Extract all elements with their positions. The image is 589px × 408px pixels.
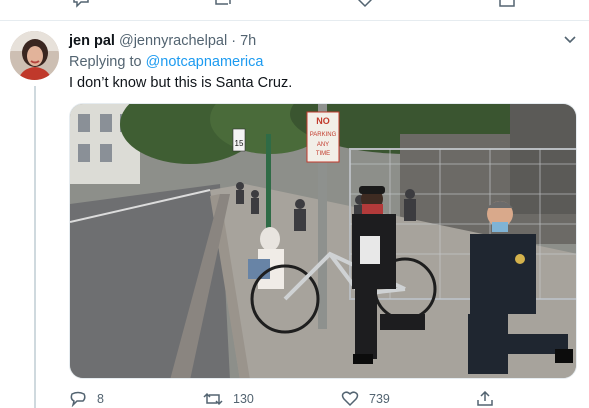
reply-prefix: Replying to (69, 54, 142, 70)
tweet-text: I don’t know but this is Santa Cruz. (69, 75, 293, 91)
reply-button[interactable]: 8 (69, 390, 104, 408)
author-handle[interactable]: @jennyrachelpal (119, 33, 227, 49)
tweet-header: jen pal @jennyrachelpal · 7h (69, 32, 256, 50)
share-button[interactable] (476, 390, 494, 408)
thread-line (34, 86, 36, 408)
avatar-image (10, 31, 59, 80)
share-icon (477, 391, 493, 406)
author-name[interactable]: jen pal (69, 33, 115, 49)
retweet-count: 130 (233, 392, 254, 406)
like-button[interactable]: 739 (341, 390, 390, 408)
replying-to: Replying to @notcapnamerica (69, 53, 263, 71)
tweet-photo[interactable]: NO PARKING ANY TIME 15 (69, 103, 577, 379)
like-icon[interactable] (356, 0, 374, 8)
retweet-button[interactable]: 130 (203, 390, 254, 408)
share-icon[interactable] (498, 0, 516, 8)
reply-mention-link[interactable]: @notcapnamerica (146, 54, 264, 70)
like-icon (341, 391, 359, 407)
sign-parking: PARKING (310, 132, 337, 138)
timestamp[interactable]: 7h (240, 33, 256, 49)
tweet-actions: 8 130 739 (69, 390, 579, 408)
retweet-icon[interactable] (214, 0, 232, 8)
sign-any: ANY (317, 142, 329, 148)
like-count: 739 (369, 392, 390, 406)
sign-no: NO (316, 116, 330, 126)
retweet-icon (203, 392, 223, 406)
sign-speed-limit: 15 (235, 139, 244, 148)
reply-count: 8 (97, 392, 104, 406)
sign-time: TIME (316, 151, 330, 157)
avatar[interactable] (10, 31, 59, 80)
header-separator: · (231, 33, 237, 49)
chevron-down-icon[interactable] (562, 34, 578, 46)
previous-tweet-actions (0, 0, 589, 12)
reply-icon (70, 391, 86, 407)
tweet-divider (0, 20, 589, 21)
photo-scene: NO PARKING ANY TIME 15 (70, 104, 576, 378)
reply-icon[interactable] (72, 0, 90, 8)
